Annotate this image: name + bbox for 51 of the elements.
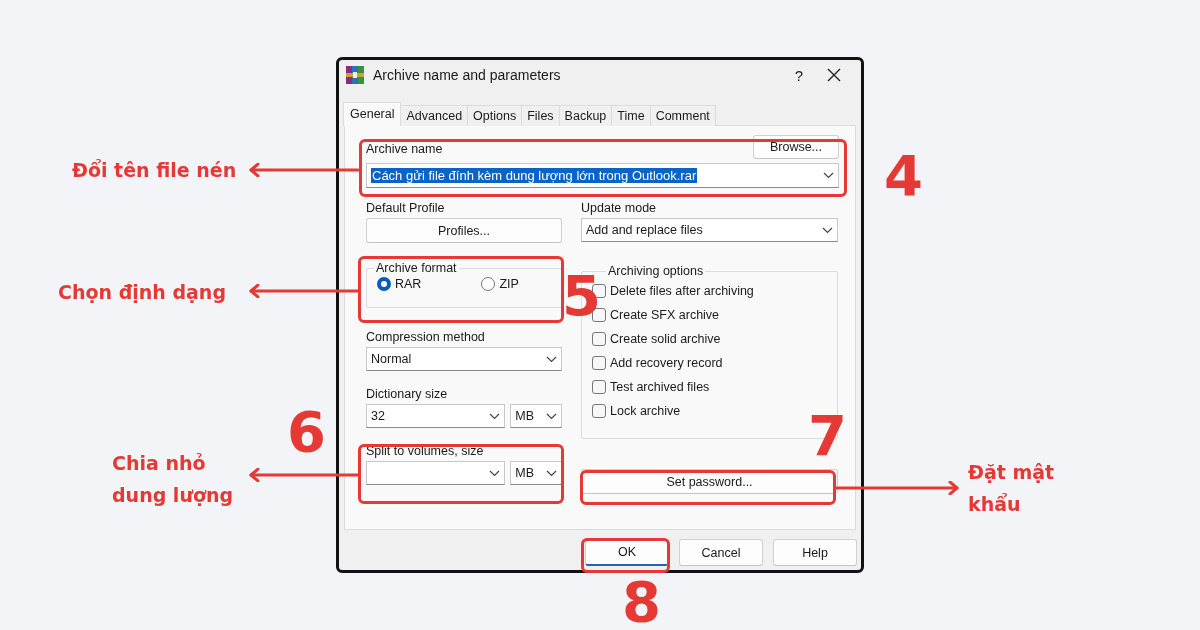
tab[interactable]: Files <box>521 105 560 126</box>
dialog-button[interactable]: Help <box>773 539 857 566</box>
tab[interactable]: General <box>343 102 402 126</box>
field-label: Update mode <box>581 201 658 215</box>
tab[interactable]: Comment <box>649 105 716 126</box>
books-icon <box>345 65 365 85</box>
checkbox-option[interactable]: Test archived files <box>592 378 827 396</box>
step-number: 5 <box>562 268 601 324</box>
tab[interactable]: Options <box>467 105 523 126</box>
dictionary-size-dropdown[interactable]: 32 <box>366 404 506 428</box>
dropdown-caret-icon <box>489 412 501 420</box>
radio-option[interactable]: RAR <box>377 277 422 291</box>
dropdown-caret-icon <box>823 172 834 179</box>
dropdown-caret-icon <box>546 469 557 477</box>
step-number: 7 <box>808 408 847 464</box>
dialog-button[interactable]: OK <box>585 539 669 566</box>
group-label: Archive format <box>375 261 458 275</box>
step-number: 8 <box>622 574 661 630</box>
volume-size-dropdown[interactable] <box>366 461 506 485</box>
radio-option[interactable]: ZIP <box>481 277 519 291</box>
unit-dropdown[interactable]: MB <box>510 461 562 485</box>
checkbox-option[interactable]: Add recovery record <box>592 354 827 372</box>
callout-label: Đặt mật khẩu <box>968 460 1056 517</box>
window-title: Archive name and parameters <box>373 67 562 83</box>
dialog-button[interactable]: Cancel <box>679 539 763 566</box>
set-password-button[interactable]: Set password... <box>581 469 838 494</box>
help-button[interactable]: ? <box>779 66 819 84</box>
archive-name-field[interactable]: Cách gửi file đính kèm dung lượng lớn trong Outlook.rar <box>366 163 839 188</box>
field-label: Compression method <box>366 330 486 344</box>
tab[interactable]: Advanced <box>400 105 469 126</box>
callout-label: Chia nhỏ dung lượng <box>112 451 235 508</box>
dropdown-caret-icon <box>546 412 557 420</box>
compression-method-dropdown[interactable]: Normal <box>366 347 562 371</box>
field-label: Archive name <box>366 142 443 156</box>
field-label: Default Profile <box>366 201 446 215</box>
profiles-button[interactable]: Profiles... <box>366 218 562 243</box>
step-number: 6 <box>287 404 326 460</box>
checkbox-option[interactable]: Create solid archive <box>592 330 827 348</box>
dropdown-caret-icon <box>822 226 833 234</box>
close-icon[interactable] <box>827 68 841 82</box>
field-label: Dictionary size <box>366 387 449 401</box>
dropdown-caret-icon <box>546 355 557 363</box>
step-number: 4 <box>884 148 923 204</box>
callout-label: Đổi tên file nén <box>72 158 237 183</box>
unit-dropdown[interactable]: MB <box>510 404 562 428</box>
tab[interactable]: Time <box>611 105 651 126</box>
dropdown-caret-icon <box>489 469 501 477</box>
update-mode-dropdown[interactable]: Add and replace files <box>581 218 838 242</box>
callout-label: Chọn định dạng <box>58 280 226 305</box>
tab[interactable]: Backup <box>558 105 613 126</box>
group-label: Archiving options <box>607 264 705 278</box>
